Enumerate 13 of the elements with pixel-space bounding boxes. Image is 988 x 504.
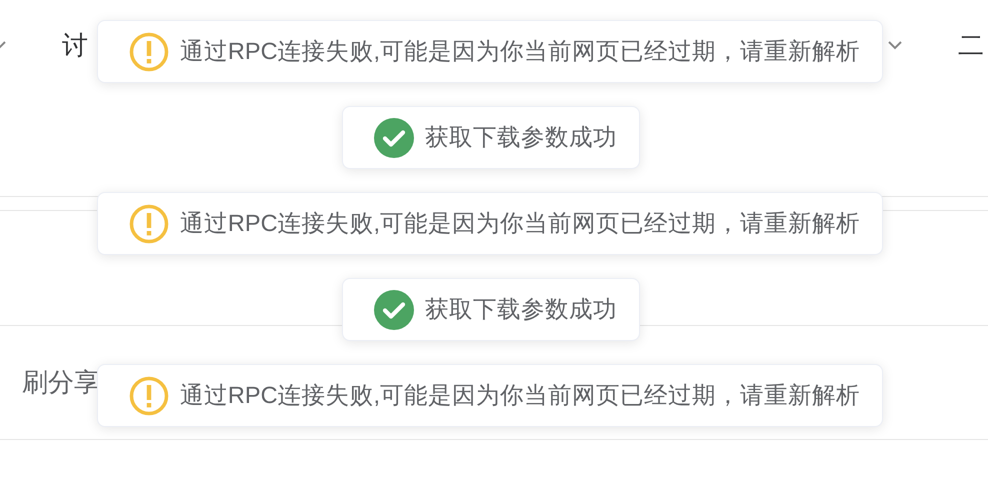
toast-message: 通过RPC连接失败,可能是因为你当前网页已经过期，请重新解析 [180, 36, 860, 66]
list-item-title: 刷分享 [22, 366, 100, 399]
warning-icon [128, 376, 169, 416]
warning-icon [128, 32, 169, 72]
toast-message: 获取下载参数成功 [425, 122, 617, 152]
warning-icon [128, 204, 169, 244]
check-circle-icon [374, 118, 414, 158]
check-circle-icon [374, 290, 414, 330]
toast-message: 获取下载参数成功 [425, 294, 617, 324]
nav-tab[interactable]: 讨 [62, 26, 88, 64]
toast-message: 通过RPC连接失败,可能是因为你当前网页已经过期，请重新解析 [180, 208, 860, 238]
toast-message: 通过RPC连接失败,可能是因为你当前网页已经过期，请重新解析 [180, 380, 860, 410]
nav-tab[interactable]: 二 [958, 26, 984, 64]
